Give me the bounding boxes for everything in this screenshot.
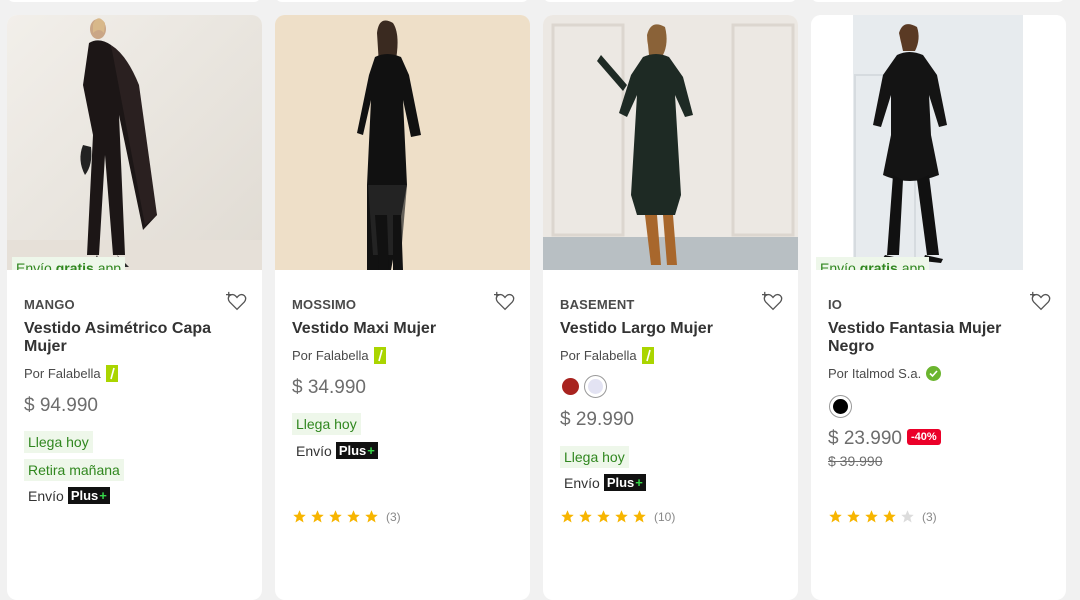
plus-badge: Plus + [67,487,110,504]
add-to-wishlist-icon[interactable] [494,291,516,313]
color-swatch-red[interactable] [562,378,579,395]
previous-row-card [7,0,261,2]
envio-gratis-prefix: Envío [820,260,856,270]
review-count: (3) [922,509,937,524]
review-count: (3) [386,509,401,524]
star-icon [847,510,860,523]
plus-sign: + [635,475,643,490]
seller-name: Por Italmod S.a. [828,366,922,381]
envio-gratis-badge: Envío gratis app [816,257,930,270]
color-swatch-black-selected[interactable] [829,395,852,418]
envio-plus: Envío Plus + [296,442,378,459]
product-card[interactable]: MOSSIMO Vestido Maxi Mujer Por Falabella… [275,15,530,600]
swatch-inner [833,399,848,414]
plus-sign: + [367,443,375,458]
product-image[interactable]: Envío gratis app [7,15,262,270]
seller-name: Por Falabella [24,366,101,381]
previous-row-card [275,0,529,2]
envio-plus-label: Envío [564,474,600,491]
star-icon [579,510,592,523]
product-price: $ 34.990 [292,377,366,398]
plus-badge-text: Plus [606,475,635,490]
add-to-wishlist-icon[interactable] [1030,291,1052,313]
verified-icon [926,366,942,381]
product-seller: Por Italmod S.a. [828,366,942,381]
product-price: $ 29.990 [560,409,634,430]
star-icon [329,510,342,523]
envio-gratis-suffix: app [901,260,926,270]
plus-badge: Plus + [335,442,378,459]
delivery-tag: Llega hoy [560,446,629,468]
delivery-tag: Llega hoy [292,413,361,435]
envio-gratis-suffix: app [97,260,122,270]
falabella-icon [373,347,386,364]
add-to-wishlist-icon[interactable] [226,291,248,313]
seller-name: Por Falabella [292,348,369,363]
product-card[interactable]: Envío gratis app MANGO Vestido Asimétric… [7,15,262,600]
product-rating: (3) [292,509,401,524]
falabella-icon [105,365,118,382]
star-icon [561,510,574,523]
product-brand[interactable]: IO [828,297,842,312]
falabella-icon [641,347,654,364]
envio-plus: Envío Plus + [28,487,110,504]
plus-sign: + [99,488,107,503]
product-brand[interactable]: MOSSIMO [292,297,356,312]
delivery-tag: Llega hoy [24,431,93,453]
star-icon [597,510,610,523]
envio-gratis-bold: gratis [859,260,898,270]
plus-badge-text: Plus [70,488,99,503]
swatch-inner [588,379,603,394]
discount-badge: -40% [907,429,941,445]
previous-row-card [811,0,1065,2]
star-icon [865,510,878,523]
envio-plus-label: Envío [28,487,64,504]
product-image[interactable]: Envío gratis app [811,15,1066,270]
envio-gratis-badge: Envío gratis app [12,257,126,270]
seller-name: Por Falabella [560,348,637,363]
plus-badge: Plus + [603,474,646,491]
product-title[interactable]: Vestido Asimétrico Capa Mujer [24,320,239,356]
product-image[interactable] [275,15,530,270]
product-seller: Por Falabella [292,347,386,364]
star-icon [633,510,646,523]
envio-plus: Envío Plus + [564,474,646,491]
color-swatch-lavender-selected[interactable] [584,375,607,398]
product-seller: Por Falabella [560,347,654,364]
star-icon [615,510,628,523]
product-price: $ 94.990 [24,395,98,416]
star-icon [829,510,842,523]
product-seller: Por Falabella [24,365,118,382]
review-count: (10) [654,509,676,524]
envio-plus-label: Envío [296,442,332,459]
star-icon [365,510,378,523]
pickup-tag: Retira mañana [24,459,124,481]
product-card[interactable]: BASEMENT Vestido Largo Mujer Por Falabel… [543,15,798,600]
product-rating: (10) [560,509,675,524]
product-card[interactable]: Envío gratis app IO Vestido Fantasia Muj… [811,15,1066,600]
add-to-wishlist-icon[interactable] [762,291,784,313]
product-price: $ 23.990 [828,428,902,449]
original-price: $ 39.990 [828,453,883,469]
product-brand[interactable]: BASEMENT [560,297,635,312]
star-icon [883,510,896,523]
product-title[interactable]: Vestido Fantasia Mujer Negro [828,320,1043,356]
star-icon [901,510,914,523]
star-icon [311,510,324,523]
product-title[interactable]: Vestido Maxi Mujer [292,320,507,338]
previous-row-card [543,0,797,2]
envio-gratis-prefix: Envío [16,260,52,270]
product-brand[interactable]: MANGO [24,297,75,312]
star-icon [347,510,360,523]
product-title[interactable]: Vestido Largo Mujer [560,320,775,338]
envio-gratis-bold: gratis [55,260,94,270]
product-image[interactable] [543,15,798,270]
product-rating: (3) [828,509,937,524]
plus-badge-text: Plus [338,443,367,458]
star-icon [293,510,306,523]
